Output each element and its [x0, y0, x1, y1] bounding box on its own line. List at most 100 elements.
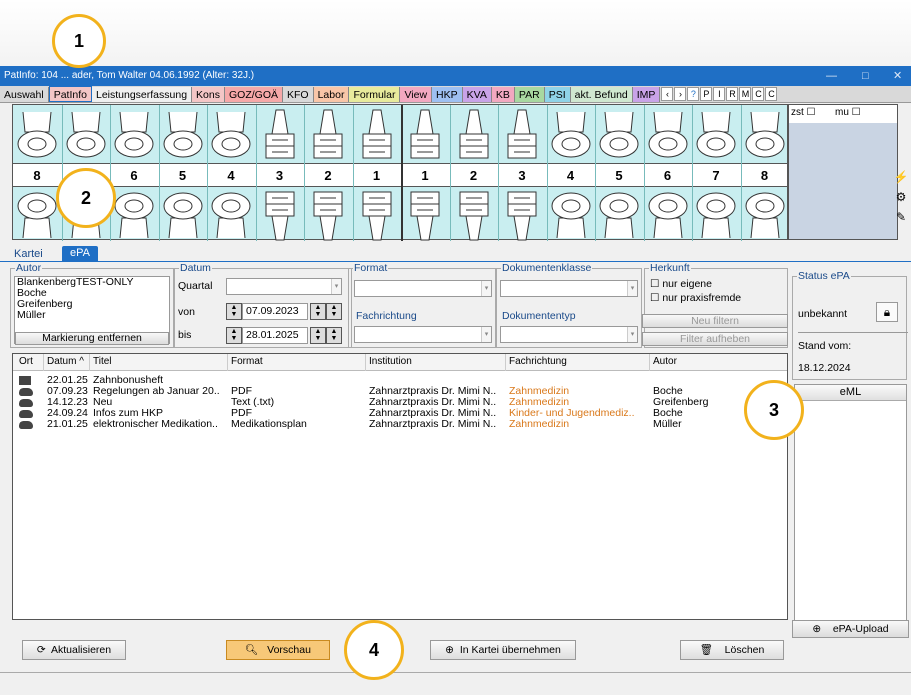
column-header[interactable]: Autor	[653, 356, 677, 367]
tab-leistungserfassung[interactable]: Leistungserfassung	[91, 87, 193, 102]
tooth-lower[interactable]	[646, 188, 690, 242]
von-year-spinner-icon[interactable]: ▲ ▼	[310, 303, 326, 320]
maximize-icon[interactable]: □	[862, 66, 869, 86]
tooth-upper[interactable]	[64, 108, 108, 162]
bis-date-field[interactable]: 28.01.2025	[242, 327, 308, 344]
tab-hkp[interactable]: HKP	[432, 87, 463, 102]
autor-list[interactable]: BlankenbergTEST-ONLY Boche Greifenberg Müll…	[14, 276, 170, 345]
nur-eigene-checkbox[interactable]: ☐ nur eigene	[650, 278, 712, 290]
tooth-upper[interactable]	[161, 108, 205, 162]
column-header[interactable]: Ort	[19, 356, 33, 367]
tooth-upper[interactable]	[258, 108, 302, 162]
tab-epa[interactable]: ePA	[62, 246, 98, 263]
tooth-lower[interactable]	[403, 188, 447, 242]
tooth-lower[interactable]	[209, 188, 253, 242]
tooth-lower[interactable]	[161, 188, 205, 242]
tooth-upper[interactable]	[15, 108, 59, 162]
tooth-lower[interactable]	[597, 188, 641, 242]
toolbar-letter-5-button[interactable]: C	[765, 87, 778, 101]
tooth-lower[interactable]	[306, 188, 350, 242]
format-select[interactable]: ▾	[354, 280, 492, 297]
tab-patinfo[interactable]: PatInfo	[48, 86, 92, 102]
von-spinner-icon[interactable]: ▲ ▼	[226, 303, 242, 320]
dental-chart[interactable]: 8765432112345678	[12, 104, 788, 242]
lightning-icon[interactable]: ⚡	[892, 170, 910, 188]
tooth-upper[interactable]	[646, 108, 690, 162]
close-icon[interactable]: ✕	[893, 66, 902, 86]
scroll-right-icon[interactable]: ›	[674, 87, 687, 101]
tooth-lower[interactable]	[112, 188, 156, 242]
help-icon[interactable]: ?	[687, 87, 700, 101]
neu-filtern-button[interactable]: Neu filtern	[642, 314, 788, 328]
tab-kb[interactable]: KB	[491, 87, 515, 102]
column-header[interactable]: Datum ^	[47, 356, 84, 367]
tab-view[interactable]: View	[400, 87, 433, 102]
document-list[interactable]: Ort Datum ^ Titel Format Institution Fachrich…	[12, 353, 788, 620]
filter-aufheben-button[interactable]: Filter aufheben	[642, 332, 788, 346]
bis-day-spinner-icon[interactable]: ▲ ▼	[326, 327, 342, 344]
bis-year-spinner-icon[interactable]: ▲ ▼	[310, 327, 326, 344]
tooth-lower[interactable]	[500, 188, 544, 242]
autor-list-item[interactable]: Müller	[17, 310, 169, 321]
von-day-spinner-icon[interactable]: ▲ ▼	[326, 303, 342, 320]
tab-kons[interactable]: Kons	[192, 87, 225, 102]
tooth-lower[interactable]	[355, 188, 399, 242]
tab-kfo[interactable]: KFO	[283, 87, 314, 102]
tooth-upper[interactable]	[452, 108, 496, 162]
tooth-lower[interactable]	[743, 188, 787, 242]
dokumentenklasse-select[interactable]: ▾	[500, 280, 638, 297]
tooth-lower[interactable]	[258, 188, 302, 242]
nur-praxisfremde-checkbox[interactable]: ☐ nur praxisfremde	[650, 292, 741, 304]
gear-icon[interactable]: ⚙	[892, 190, 910, 208]
eml-header[interactable]: eML	[795, 385, 906, 401]
tooth-lower[interactable]	[15, 188, 59, 242]
lock-icon[interactable]: 🔒︎	[876, 302, 898, 322]
dokumententyp-select[interactable]: ▾	[500, 326, 638, 343]
von-date-field[interactable]: 07.09.2023	[242, 303, 308, 320]
vorschau-button[interactable]: 🔍︎ Vorschau	[226, 640, 330, 660]
tab-labor[interactable]: Labor	[313, 87, 350, 102]
fachrichtung-select[interactable]: ▾	[354, 326, 492, 343]
column-header[interactable]: Format	[231, 356, 263, 367]
toolbar-letter-0-button[interactable]: P	[700, 87, 713, 101]
tab-auswahl[interactable]: Auswahl	[0, 87, 49, 102]
column-header[interactable]: Institution	[369, 356, 412, 367]
toolbar-letter-2-button[interactable]: R	[726, 87, 739, 101]
tooth-lower[interactable]	[452, 188, 496, 242]
column-header[interactable]: Fachrichtung	[509, 356, 567, 367]
tooth-upper[interactable]	[549, 108, 593, 162]
tooth-upper[interactable]	[743, 108, 787, 162]
tab-goz-goä[interactable]: GOZ/GOÄ	[224, 87, 283, 102]
tooth-upper[interactable]	[209, 108, 253, 162]
tooth-lower[interactable]	[549, 188, 593, 242]
tab-kartei[interactable]: Kartei	[6, 247, 51, 262]
tooth-upper[interactable]	[694, 108, 738, 162]
tooth-upper[interactable]	[112, 108, 156, 162]
tab-formular[interactable]: Formular	[349, 87, 401, 102]
tooth-upper[interactable]	[500, 108, 544, 162]
minimize-icon[interactable]: —	[826, 66, 837, 86]
tooth-lower[interactable]	[694, 188, 738, 242]
markierung-entfernen-button[interactable]: Markierung entfernen	[15, 332, 169, 345]
bis-spinner-icon[interactable]: ▲ ▼	[226, 327, 242, 344]
quartal-select[interactable]: ▾	[226, 278, 342, 295]
tooth-upper[interactable]	[306, 108, 350, 162]
column-header[interactable]: Titel	[93, 356, 112, 367]
tab-imp[interactable]: IMP	[632, 87, 661, 102]
tooth-upper[interactable]	[403, 108, 447, 162]
tooth-upper[interactable]	[355, 108, 399, 162]
toolbar-letter-4-button[interactable]: C	[752, 87, 765, 101]
scroll-left-icon[interactable]: ‹	[661, 87, 674, 101]
table-row[interactable]: 21.01.25 elektronischer Medikation.. Medik…	[13, 419, 787, 430]
toolbar-letter-1-button[interactable]: I	[713, 87, 726, 101]
pencil-icon[interactable]: ✎	[892, 210, 910, 228]
tooth-upper[interactable]	[597, 108, 641, 162]
tab-psi[interactable]: PSI	[544, 87, 571, 102]
aktualisieren-button[interactable]: ⟳ Aktualisieren	[22, 640, 126, 660]
tab-kva[interactable]: KVA	[462, 87, 492, 102]
tab-par[interactable]: PAR	[514, 87, 545, 102]
loeschen-button[interactable]: 🗑︎ Löschen	[680, 640, 784, 660]
tab-akt-befund[interactable]: akt. Befund	[570, 87, 633, 102]
toolbar-letter-3-button[interactable]: M	[739, 87, 752, 101]
in-kartei-uebernehmen-button[interactable]: ⊕ In Kartei übernehmen	[430, 640, 576, 660]
